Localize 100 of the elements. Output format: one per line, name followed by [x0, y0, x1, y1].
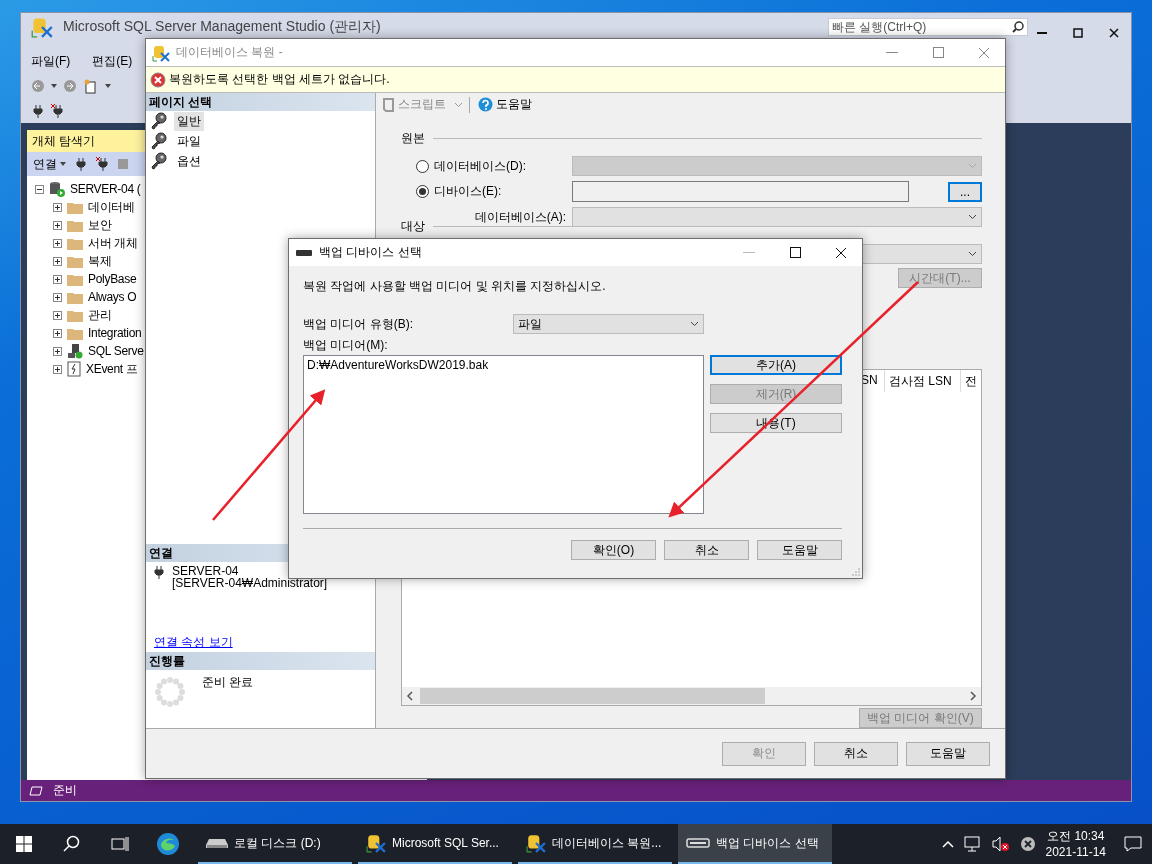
resize-grip[interactable] [852, 568, 860, 576]
chevron-up-icon[interactable] [941, 840, 954, 848]
database-tools-icon [31, 16, 53, 38]
taskbar-item[interactable]: Microsoft SQL Ser... [358, 824, 512, 864]
close-circle-icon[interactable] [1019, 836, 1036, 852]
taskbar-item[interactable]: 데이터베이스 복원... [518, 824, 672, 864]
dialog-title: 백업 디바이스 선택 [319, 244, 422, 261]
expand-icon[interactable] [53, 346, 62, 356]
close-icon [1109, 28, 1119, 38]
plug-icon[interactable] [74, 157, 88, 171]
group-title: 원본 [401, 130, 425, 148]
caret-icon [51, 83, 57, 88]
taskbar-item[interactable]: 백업 디바이스 선택 [678, 824, 832, 864]
tree-item[interactable]: SQL Serve [88, 344, 144, 358]
minimize-icon [886, 51, 898, 54]
help-button[interactable]: 도움말 [476, 96, 534, 114]
close-icon [835, 246, 847, 259]
clock[interactable]: 오전 10:34 2021-11-14 [1045, 828, 1106, 860]
media-type-dropdown[interactable]: 파일 [513, 314, 704, 334]
radio-button[interactable] [416, 185, 429, 199]
dialog-button[interactable]: 도움말 [757, 540, 842, 560]
caret-icon [968, 214, 977, 221]
caret-icon [968, 163, 977, 170]
dialog-button[interactable]: 취소 [664, 540, 749, 560]
list-item[interactable]: D:₩AdventureWorksDW2019.bak [307, 358, 700, 372]
tree-item[interactable]: 복제 [88, 252, 112, 270]
browse-button[interactable]: ... [948, 181, 982, 202]
database-tools-icon [152, 43, 170, 62]
page-item[interactable]: 일반 [174, 111, 204, 131]
search-icon [63, 835, 81, 853]
network-icon[interactable] [963, 836, 982, 852]
back-icon[interactable] [31, 78, 45, 93]
expand-icon[interactable] [53, 328, 62, 338]
menu-item[interactable]: 편집(E) [92, 52, 133, 70]
connection-info: SERVER-04 [SERVER-04₩Administrator] [172, 565, 328, 592]
key-icon [150, 112, 168, 130]
quick-launch-field[interactable]: 빠른 실행(Ctrl+Q) [828, 18, 1028, 36]
plug-icon[interactable] [31, 103, 45, 118]
folder-icon [67, 218, 83, 232]
menu-item[interactable]: 파일(F) [31, 52, 71, 70]
horizontal-scrollbar[interactable] [402, 687, 981, 705]
section-header: 페이지 선택 [146, 93, 375, 111]
folder-icon [67, 290, 83, 304]
tree-item[interactable]: PolyBase [88, 272, 137, 286]
field-label: 데이터베이스(A): [473, 208, 567, 226]
expand-icon[interactable] [53, 364, 62, 374]
database-tools-icon [526, 833, 546, 853]
close-icon [978, 46, 990, 59]
disconnect-icon[interactable] [96, 157, 110, 171]
column-header[interactable]: 전 [961, 370, 981, 393]
tree-item[interactable]: SERVER-04 ( [70, 182, 141, 196]
tree-item[interactable]: 보안 [88, 216, 112, 234]
server-icon [49, 181, 65, 197]
notification-icon[interactable] [1124, 836, 1142, 852]
folder-icon [67, 200, 83, 214]
minimize-icon [1037, 31, 1047, 35]
caret-icon [105, 83, 111, 88]
taskbar-item[interactable]: 로컬 디스크 (D:) [198, 824, 352, 864]
expand-icon[interactable] [53, 202, 62, 212]
column-header[interactable]: 검사점 LSN [885, 370, 961, 393]
volume-muted-icon[interactable] [991, 836, 1010, 852]
tree-item[interactable]: Always O [88, 290, 137, 304]
connection-properties-link[interactable]: 연결 속성 보기 [146, 634, 375, 652]
connect-button[interactable]: 연결 [33, 155, 66, 173]
page-item[interactable]: 파일 [174, 131, 204, 151]
collapse-icon[interactable] [35, 184, 44, 194]
expand-icon[interactable] [53, 220, 62, 230]
window-title: Microsoft SQL Server Management Studio (관리자) [63, 18, 381, 34]
section-header: 진행률 [146, 652, 375, 670]
dialog-button[interactable]: 도움말 [906, 741, 990, 766]
device-field[interactable] [572, 181, 909, 203]
caret-icon [454, 101, 463, 108]
task-view-icon [111, 836, 129, 852]
minimize-icon [743, 251, 755, 254]
expand-icon[interactable] [53, 292, 62, 302]
expand-icon[interactable] [53, 310, 62, 320]
tree-item[interactable]: 관리 [88, 306, 112, 324]
expand-icon[interactable] [53, 274, 62, 284]
radio-button[interactable] [416, 159, 429, 173]
source-radio[interactable]: 디바이스(E): [416, 183, 572, 201]
source-radio[interactable]: 데이터베이스(D): [416, 157, 572, 175]
dialog-button[interactable]: 취소 [814, 741, 898, 766]
search-icon [1012, 21, 1024, 33]
tree-item[interactable]: XEvent 프 [86, 360, 138, 378]
disconnect-icon[interactable] [51, 103, 65, 118]
expand-icon[interactable] [53, 238, 62, 248]
forward-icon[interactable] [63, 78, 77, 93]
error-message: 복원하도록 선택한 백업 세트가 없습니다. [169, 71, 390, 88]
tree-item[interactable]: 데이터베 [88, 198, 135, 216]
expand-icon[interactable] [53, 256, 62, 266]
help-icon [478, 97, 493, 113]
event-icon [67, 361, 81, 377]
tree-item[interactable]: Integration [88, 326, 142, 340]
tree-item[interactable]: 서버 개체 [88, 234, 138, 252]
caret-icon [60, 162, 66, 166]
new-item-icon[interactable] [83, 77, 99, 94]
dialog-button[interactable]: 확인(O) [571, 540, 656, 560]
plug-icon[interactable] [152, 565, 166, 579]
page-item[interactable]: 옵션 [174, 151, 204, 171]
media-action-button[interactable]: 추가(A) [710, 355, 842, 375]
